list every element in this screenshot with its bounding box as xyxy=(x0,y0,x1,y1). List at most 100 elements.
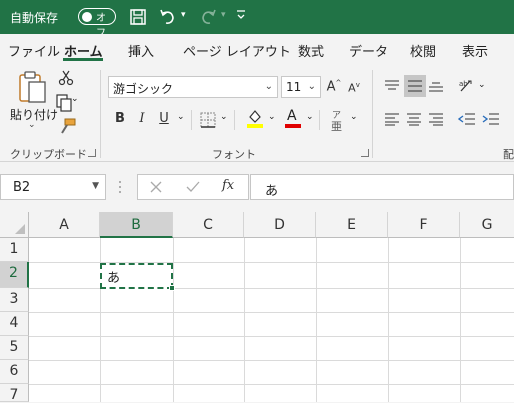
row-header-3[interactable]: 3 xyxy=(0,288,29,312)
borders-icon[interactable] xyxy=(200,112,216,128)
copy-dropdown-icon[interactable]: ⌄ xyxy=(71,94,79,104)
font-size-value: 11 xyxy=(286,80,302,94)
italic-button[interactable]: I xyxy=(134,111,150,126)
formula-input[interactable]: あ xyxy=(250,174,514,200)
font-color-glyph: A xyxy=(287,108,297,124)
clipboard-launcher-icon[interactable] xyxy=(88,149,96,157)
underline-button[interactable]: U xyxy=(156,111,172,126)
column-header-d[interactable]: D xyxy=(244,212,316,238)
redo-icon[interactable] xyxy=(198,7,218,27)
font-group-label: フォント xyxy=(212,148,256,161)
cut-icon[interactable] xyxy=(58,70,74,86)
tab-file[interactable]: ファイル xyxy=(8,41,60,60)
font-launcher-icon[interactable] xyxy=(361,149,369,157)
tab-formulas[interactable]: 数式 xyxy=(298,41,324,60)
ribbon-separator xyxy=(100,70,101,158)
font-size-select[interactable]: 11 ⌄ xyxy=(281,76,321,98)
name-box-value: B2 xyxy=(13,180,31,195)
fill-handle[interactable] xyxy=(169,285,175,291)
redo-dropdown-icon[interactable]: ▾ xyxy=(221,10,226,20)
grid-line xyxy=(29,384,514,385)
chevron-down-icon: ▼ xyxy=(92,181,99,191)
tab-data[interactable]: データ xyxy=(349,41,388,60)
tab-page-layout[interactable]: ページ レイアウト xyxy=(183,41,291,60)
row-header-6[interactable]: 6 xyxy=(0,360,29,384)
cancel-icon[interactable] xyxy=(150,181,162,193)
tab-insert[interactable]: 挿入 xyxy=(128,41,154,60)
font-name-value: 游ゴシック xyxy=(113,82,174,96)
row-header-1[interactable]: 1 xyxy=(0,238,29,262)
undo-icon[interactable] xyxy=(158,7,178,27)
orientation-dropdown-icon[interactable]: ⌄ xyxy=(478,80,486,90)
chevron-down-icon: ⌄ xyxy=(264,81,273,92)
paste-icon[interactable] xyxy=(16,70,48,104)
phonetic-base-glyph: 亜 xyxy=(331,120,342,133)
fill-color-icon[interactable] xyxy=(246,108,264,130)
underline-dropdown-icon[interactable]: ⌄ xyxy=(177,112,185,122)
svg-text:ab: ab xyxy=(459,80,468,88)
phonetic-dropdown-icon[interactable]: ⌄ xyxy=(350,112,358,122)
active-cell-b2[interactable]: あ xyxy=(100,263,173,289)
tab-view[interactable]: 表示 xyxy=(462,41,488,60)
shrink-font-button[interactable]: Av xyxy=(346,81,362,95)
select-all-button[interactable] xyxy=(0,212,29,238)
shrink-font-glyph: A xyxy=(348,81,356,95)
column-header-a[interactable]: A xyxy=(29,212,100,238)
formula-bar: B2 ▼ fx あ xyxy=(0,162,514,212)
autosave-toggle[interactable]: オフ xyxy=(78,8,116,39)
worksheet-grid: A B C D E F G 1 2 3 4 5 6 7 あ xyxy=(0,212,514,403)
ribbon-separator xyxy=(234,110,235,130)
increase-indent-icon[interactable] xyxy=(482,112,500,126)
title-bar: 自動保存 オフ ▾ ▾ xyxy=(0,0,514,39)
row-header-2[interactable]: 2 xyxy=(0,262,29,288)
align-right-icon[interactable] xyxy=(428,112,444,126)
align-left-icon[interactable] xyxy=(384,112,400,126)
orientation-icon[interactable]: ab xyxy=(458,77,476,95)
font-color-button[interactable]: A xyxy=(284,108,302,130)
font-color-swatch xyxy=(285,124,301,128)
customize-qat-icon[interactable] xyxy=(236,8,246,22)
borders-dropdown-icon[interactable]: ⌄ xyxy=(220,112,228,122)
ribbon: 貼り付け ⌄ ⌄ クリップボード 游ゴシック ⌄ 11 ⌄ A^ Av B I … xyxy=(0,64,514,162)
column-header-f[interactable]: F xyxy=(388,212,460,238)
alignment-group-label: 配 xyxy=(503,148,514,161)
row-header-7[interactable]: 7 xyxy=(0,384,29,403)
row-header-4[interactable]: 4 xyxy=(0,312,29,336)
grid-line xyxy=(29,360,514,361)
align-bottom-icon[interactable] xyxy=(428,79,444,93)
column-header-e[interactable]: E xyxy=(316,212,388,238)
grid-line xyxy=(29,312,514,313)
active-tab-indicator xyxy=(63,58,103,61)
save-icon[interactable] xyxy=(128,7,148,27)
ribbon-separator xyxy=(319,110,320,130)
font-name-select[interactable]: 游ゴシック ⌄ xyxy=(108,76,278,98)
bold-button[interactable]: B xyxy=(112,111,128,126)
grid-line xyxy=(29,336,514,337)
align-center-icon[interactable] xyxy=(406,112,422,126)
grow-font-button[interactable]: A^ xyxy=(326,79,342,94)
formula-controls: fx xyxy=(137,174,249,200)
tab-review[interactable]: 校閲 xyxy=(410,41,436,60)
fill-color-dropdown-icon[interactable]: ⌄ xyxy=(268,112,276,122)
format-painter-icon[interactable] xyxy=(58,118,76,136)
column-header-b[interactable]: B xyxy=(100,212,173,238)
paste-dropdown-icon[interactable]: ⌄ xyxy=(28,120,36,130)
decrease-indent-icon[interactable] xyxy=(457,112,476,126)
toggle-knob xyxy=(82,11,92,22)
column-header-g[interactable]: G xyxy=(460,212,514,238)
row-header-5[interactable]: 5 xyxy=(0,336,29,360)
name-box[interactable]: B2 ▼ xyxy=(0,174,106,200)
font-color-dropdown-icon[interactable]: ⌄ xyxy=(306,112,314,122)
insert-function-button[interactable]: fx xyxy=(222,178,234,193)
align-middle-icon[interactable] xyxy=(404,75,426,97)
chevron-down-icon: ⌄ xyxy=(307,81,316,92)
column-header-c[interactable]: C xyxy=(173,212,244,238)
phonetic-guide-button[interactable]: ア 亜 xyxy=(330,108,346,133)
grow-font-glyph: A xyxy=(326,79,336,95)
align-top-icon[interactable] xyxy=(384,79,400,93)
enter-icon[interactable] xyxy=(186,181,200,193)
ribbon-separator xyxy=(191,110,192,130)
clipboard-group-label: クリップボード xyxy=(10,148,87,161)
undo-dropdown-icon[interactable]: ▾ xyxy=(181,10,186,20)
formula-bar-resize-handle[interactable] xyxy=(118,179,122,195)
